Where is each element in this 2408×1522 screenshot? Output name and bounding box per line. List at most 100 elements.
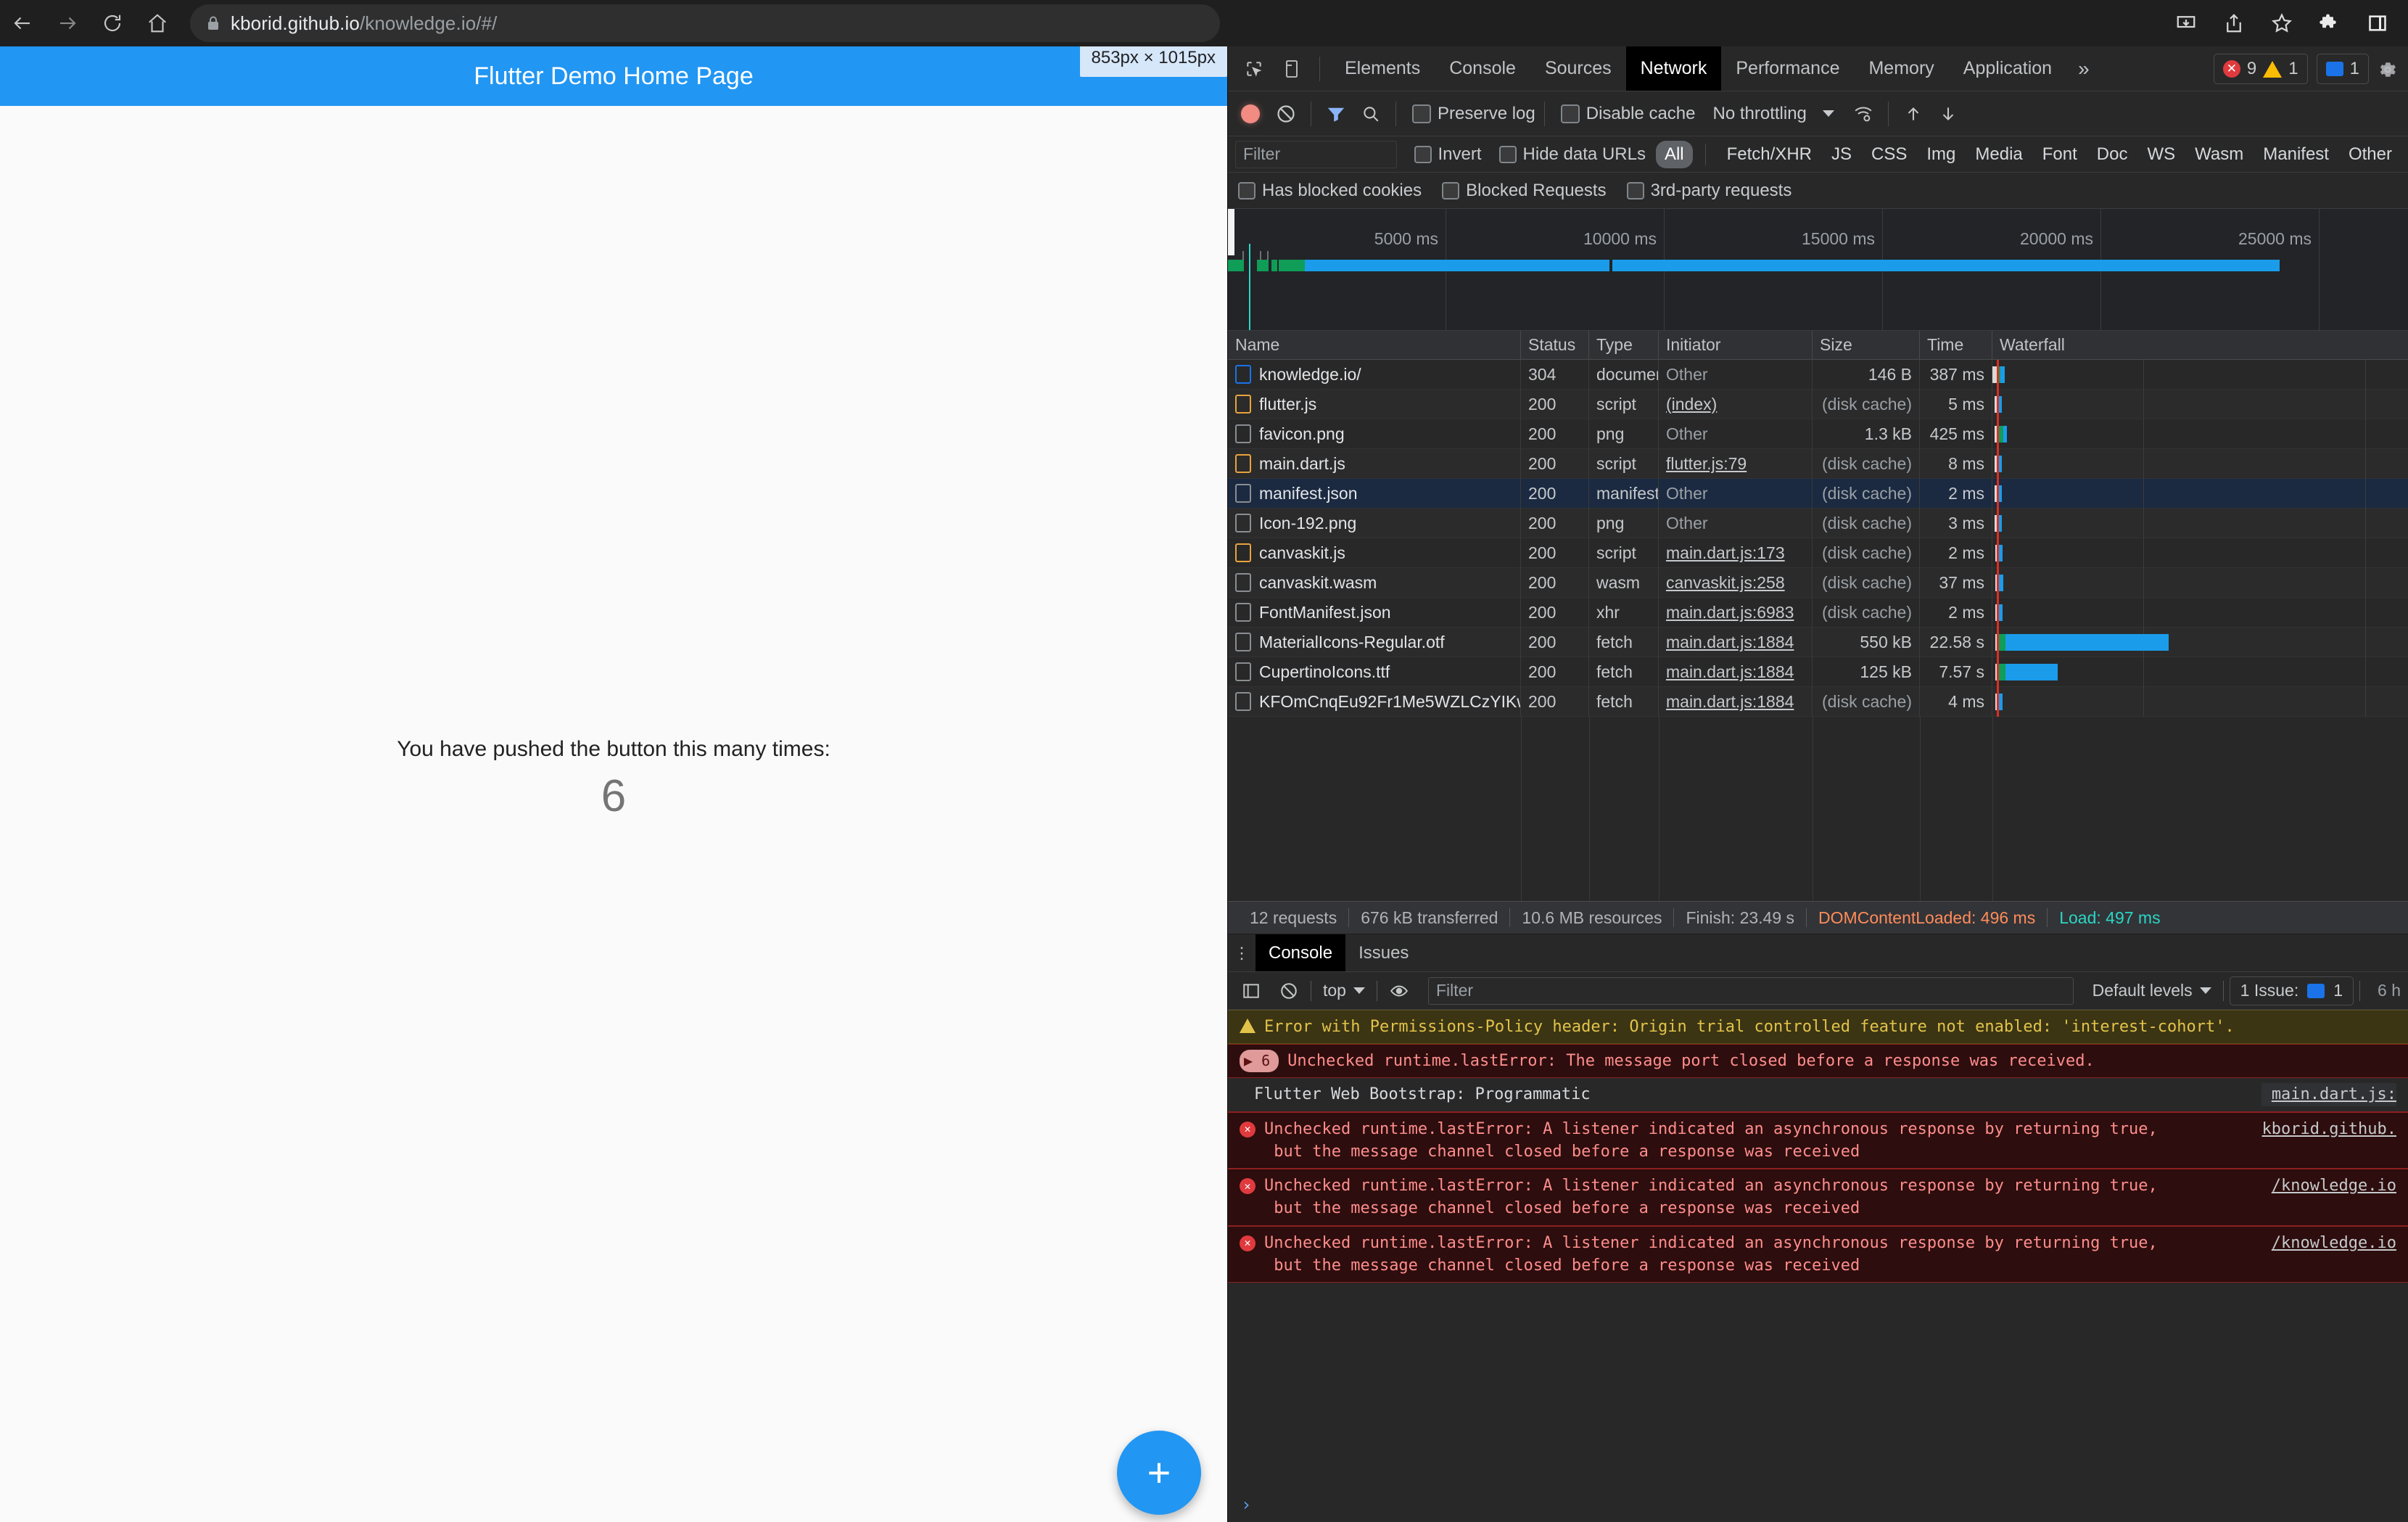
export-har-icon[interactable] (1932, 98, 1964, 130)
initiator-link[interactable]: main.dart.js:1884 (1666, 692, 1794, 712)
settings-gear-icon[interactable] (2372, 54, 2404, 86)
table-row[interactable]: main.dart.js200scriptflutter.js:79(disk … (1228, 449, 2408, 479)
blocked-requests-checkbox[interactable]: Blocked Requests (1442, 181, 1606, 201)
type-filter-img[interactable]: Img (1918, 141, 1964, 168)
table-row[interactable]: favicon.png200pngOther1.3 kB425 ms (1228, 419, 2408, 449)
table-row[interactable]: canvaskit.wasm200wasmcanvaskit.js:258(di… (1228, 568, 2408, 598)
device-toolbar-icon[interactable] (1276, 53, 1308, 85)
console-message-warn[interactable]: Error with Permissions-Policy header: Or… (1228, 1010, 2408, 1044)
console-sidebar-icon[interactable] (1235, 975, 1267, 1007)
initiator-link[interactable]: main.dart.js:1884 (1666, 633, 1794, 652)
inspect-element-icon[interactable] (1238, 53, 1270, 85)
column-header-status[interactable]: Status (1521, 331, 1589, 359)
message-source-link[interactable]: /knowledge.io (2261, 1232, 2396, 1254)
preserve-log-checkbox[interactable]: Preserve log (1412, 104, 1535, 124)
invert-checkbox[interactable]: Invert (1414, 144, 1482, 165)
table-row[interactable]: canvaskit.js200scriptmain.dart.js:173(di… (1228, 538, 2408, 568)
console-levels-select[interactable]: Default levels (2087, 981, 2217, 1000)
table-row[interactable]: flutter.js200script(index)(disk cache)5 … (1228, 390, 2408, 419)
clear-console-icon[interactable] (1273, 975, 1305, 1007)
console-message-log[interactable]: Flutter Web Bootstrap: Programmaticmain.… (1228, 1078, 2408, 1111)
table-row[interactable]: CupertinoIcons.ttf200fetchmain.dart.js:1… (1228, 657, 2408, 687)
filter-funnel-icon[interactable] (1320, 98, 1352, 130)
side-panel-icon[interactable] (2357, 3, 2398, 44)
disable-cache-checkbox[interactable]: Disable cache (1561, 104, 1696, 124)
share-icon[interactable] (2214, 3, 2254, 44)
import-har-icon[interactable] (1897, 98, 1929, 130)
reload-icon[interactable] (90, 1, 135, 46)
console-prompt[interactable]: › (1228, 1487, 2408, 1522)
forward-arrow-icon[interactable] (45, 1, 90, 46)
type-filter-ws[interactable]: WS (2138, 141, 2184, 168)
live-expression-eye-icon[interactable] (1383, 975, 1415, 1007)
console-issue-pill[interactable]: 1 Issue: 1 (2230, 976, 2354, 1005)
column-header-name[interactable]: Name (1228, 331, 1521, 359)
table-row[interactable]: MaterialIcons-Regular.otf200fetchmain.da… (1228, 628, 2408, 657)
drawer-tab-console[interactable]: Console (1255, 934, 1345, 971)
clear-requests-icon[interactable] (1270, 98, 1302, 130)
console-message-err[interactable]: ▶ 6Unchecked runtime.lastError: The mess… (1228, 1044, 2408, 1078)
drawer-more-icon[interactable]: ⋮ (1228, 934, 1255, 971)
type-filter-manifest[interactable]: Manifest (2254, 141, 2338, 168)
tab-memory[interactable]: Memory (1854, 46, 1948, 91)
initiator-link[interactable]: flutter.js:79 (1666, 454, 1747, 474)
message-source-link[interactable]: kborid.github. (2252, 1118, 2396, 1140)
column-header-waterfall[interactable]: Waterfall (1992, 331, 2408, 359)
drawer-tab-issues[interactable]: Issues (1345, 934, 1422, 971)
floating-action-button[interactable]: + (1117, 1431, 1201, 1515)
column-header-type[interactable]: Type (1589, 331, 1659, 359)
type-filter-media[interactable]: Media (1966, 141, 2031, 168)
message-repeat-badge[interactable]: ▶ 6 (1240, 1050, 1279, 1071)
address-bar[interactable]: kborid.github.io/knowledge.io/#/ (190, 4, 1220, 42)
error-warning-counter[interactable]: ✕ 9 1 (2214, 54, 2308, 84)
tab-application[interactable]: Application (1949, 46, 2066, 91)
type-filter-other[interactable]: Other (2340, 141, 2401, 168)
message-source-link[interactable]: /knowledge.io (2261, 1175, 2396, 1197)
initiator-link[interactable]: canvaskit.js:258 (1666, 573, 1785, 593)
tab-console[interactable]: Console (1435, 46, 1530, 91)
third-party-requests-checkbox[interactable]: 3rd-party requests (1627, 181, 1792, 201)
column-header-size[interactable]: Size (1813, 331, 1920, 359)
more-tabs-icon[interactable]: » (2066, 46, 2101, 91)
type-filter-wasm[interactable]: Wasm (2186, 141, 2252, 168)
network-overview-timeline[interactable]: 5000 ms 10000 ms 15000 ms 20000 ms 25000… (1228, 209, 2408, 331)
install-icon[interactable] (2166, 3, 2206, 44)
hide-data-urls-checkbox[interactable]: Hide data URLs (1499, 144, 1646, 165)
initiator-link[interactable]: main.dart.js:1884 (1666, 662, 1794, 682)
type-filter-css[interactable]: CSS (1863, 141, 1916, 168)
table-row[interactable]: Icon-192.png200pngOther(disk cache)3 ms (1228, 509, 2408, 538)
column-header-time[interactable]: Time (1920, 331, 1992, 359)
network-filter-input[interactable]: Filter (1235, 141, 1397, 168)
tab-performance[interactable]: Performance (1721, 46, 1854, 91)
table-row[interactable]: knowledge.io/304documentOther146 B387 ms (1228, 360, 2408, 390)
type-filter-js[interactable]: JS (1823, 141, 1860, 168)
initiator-link[interactable]: main.dart.js:173 (1666, 543, 1785, 563)
initiator-link[interactable]: (index) (1666, 395, 1717, 414)
table-row[interactable]: KFOmCnqEu92Fr1Me5WZLCzYIKw.ttf200fetchma… (1228, 687, 2408, 717)
record-button-icon[interactable] (1241, 104, 1260, 123)
throttling-select[interactable]: No throttling (1712, 104, 1834, 124)
type-filter-fetch-xhr[interactable]: Fetch/XHR (1718, 141, 1821, 168)
console-filter-input[interactable]: Filter (1428, 977, 2074, 1005)
type-filter-all[interactable]: All (1656, 141, 1693, 168)
column-header-initiator[interactable]: Initiator (1659, 331, 1813, 359)
console-context-select[interactable]: top (1317, 981, 1371, 1000)
tab-elements[interactable]: Elements (1330, 46, 1435, 91)
network-conditions-icon[interactable] (1847, 98, 1879, 130)
back-arrow-icon[interactable] (0, 1, 45, 46)
console-message-err[interactable]: ✕Unchecked runtime.lastError: A listener… (1228, 1169, 2408, 1225)
home-icon[interactable] (135, 1, 180, 46)
extensions-puzzle-icon[interactable] (2309, 3, 2350, 44)
console-message-err[interactable]: ✕Unchecked runtime.lastError: A listener… (1228, 1226, 2408, 1283)
has-blocked-cookies-checkbox[interactable]: Has blocked cookies (1238, 181, 1422, 201)
initiator-link[interactable]: main.dart.js:6983 (1666, 603, 1794, 622)
type-filter-doc[interactable]: Doc (2088, 141, 2137, 168)
type-filter-font[interactable]: Font (2034, 141, 2086, 168)
tab-sources[interactable]: Sources (1530, 46, 1626, 91)
bookmark-star-icon[interactable] (2261, 3, 2302, 44)
message-counter[interactable]: 1 (2317, 54, 2369, 84)
message-source-link[interactable]: main.dart.js: (2261, 1083, 2396, 1106)
tab-network[interactable]: Network (1626, 46, 1722, 91)
console-message-err[interactable]: ✕Unchecked runtime.lastError: A listener… (1228, 1112, 2408, 1169)
search-icon[interactable] (1355, 98, 1387, 130)
